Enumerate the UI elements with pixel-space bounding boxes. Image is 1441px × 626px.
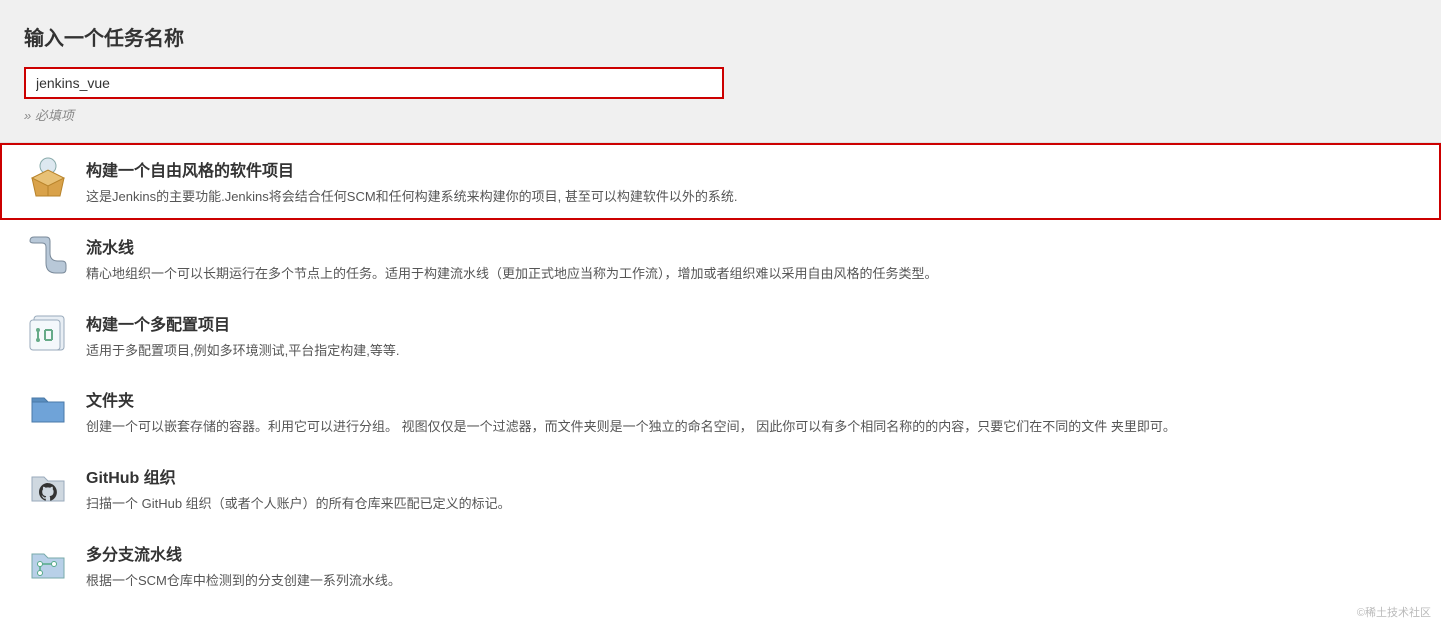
item-multibranch[interactable]: 多分支流水线 根据一个SCM仓库中检测到的分支创建一系列流水线。 — [0, 527, 1441, 604]
item-desc: 扫描一个 GitHub 组织（或者个人账户）的所有仓库来匹配已定义的标记。 — [86, 494, 1417, 515]
item-folder[interactable]: 文件夹 创建一个可以嵌套存储的容器。利用它可以进行分组。 视图仅仅是一个过滤器，… — [0, 373, 1441, 450]
github-icon — [24, 462, 72, 508]
watermark: ©稀土技术社区 — [1357, 604, 1431, 620]
item-title: GitHub 组织 — [86, 464, 1417, 488]
pipeline-icon — [24, 232, 72, 278]
item-title: 构建一个多配置项目 — [86, 311, 1417, 335]
item-freestyle[interactable]: 构建一个自由风格的软件项目 这是Jenkins的主要功能.Jenkins将会结合… — [0, 143, 1441, 220]
item-title: 文件夹 — [86, 387, 1417, 411]
page-title: 输入一个任务名称 — [24, 22, 1417, 51]
item-desc: 根据一个SCM仓库中检测到的分支创建一系列流水线。 — [86, 571, 1417, 592]
item-multiconfig[interactable]: 构建一个多配置项目 适用于多配置项目,例如多环境测试,平台指定构建,等等. — [0, 297, 1441, 374]
job-name-input[interactable] — [24, 67, 724, 99]
job-type-list: 构建一个自由风格的软件项目 这是Jenkins的主要功能.Jenkins将会结合… — [0, 143, 1441, 604]
item-desc: 这是Jenkins的主要功能.Jenkins将会结合任何SCM和任何构建系统来构… — [86, 187, 1417, 208]
item-desc: 精心地组织一个可以长期运行在多个节点上的任务。适用于构建流水线（更加正式地应当称… — [86, 264, 1417, 285]
freestyle-icon — [24, 155, 72, 201]
multibranch-icon — [24, 539, 72, 585]
item-desc: 适用于多配置项目,例如多环境测试,平台指定构建,等等. — [86, 341, 1417, 362]
item-title: 流水线 — [86, 234, 1417, 258]
folder-icon — [24, 385, 72, 431]
multiconfig-icon — [24, 309, 72, 355]
item-pipeline[interactable]: 流水线 精心地组织一个可以长期运行在多个节点上的任务。适用于构建流水线（更加正式… — [0, 220, 1441, 297]
item-desc: 创建一个可以嵌套存储的容器。利用它可以进行分组。 视图仅仅是一个过滤器，而文件夹… — [86, 417, 1417, 438]
item-title: 多分支流水线 — [86, 541, 1417, 565]
required-note: » 必填项 — [24, 105, 1417, 124]
item-title: 构建一个自由风格的软件项目 — [86, 157, 1417, 181]
item-github-org[interactable]: GitHub 组织 扫描一个 GitHub 组织（或者个人账户）的所有仓库来匹配… — [0, 450, 1441, 527]
